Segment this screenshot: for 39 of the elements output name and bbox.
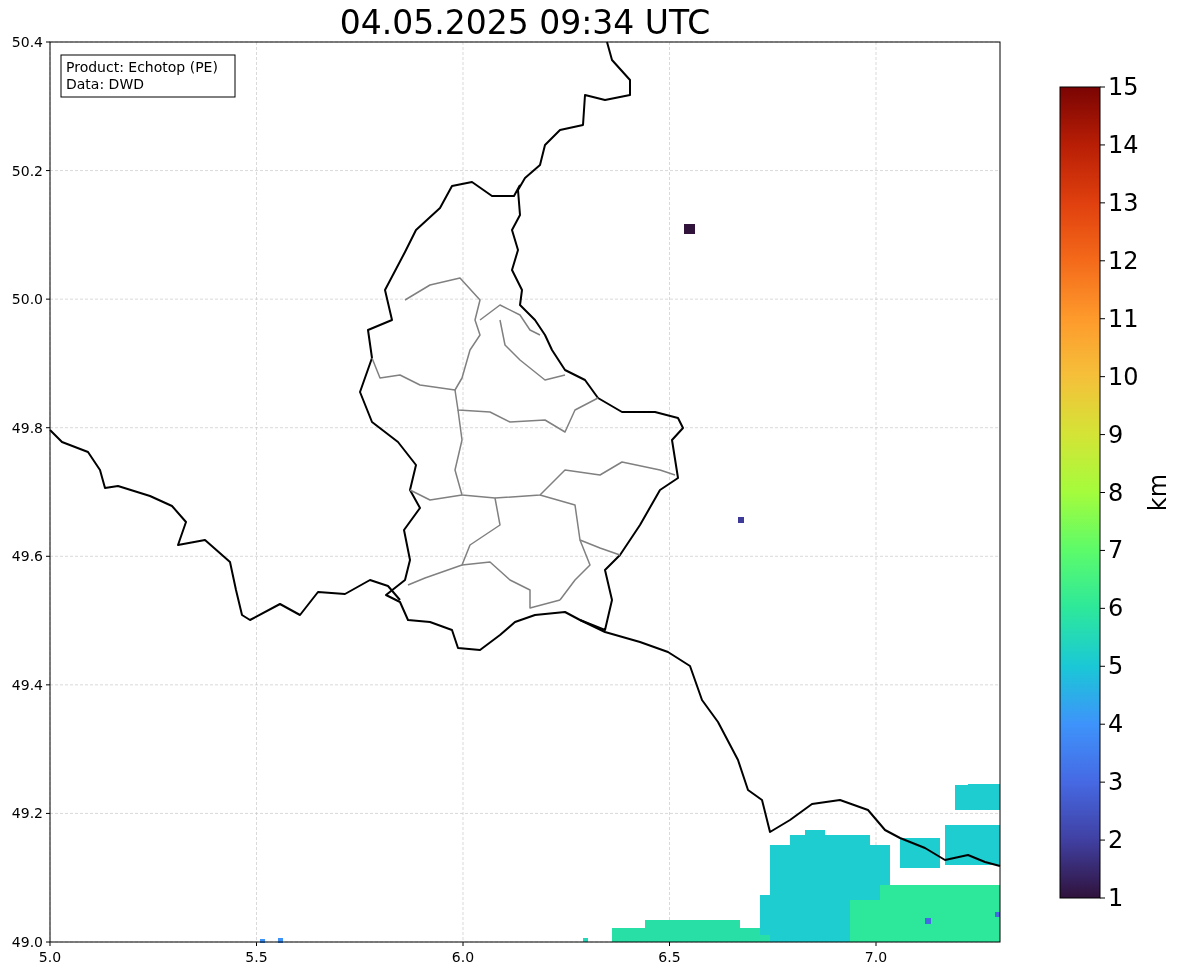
axis-tick-label: 6.5 bbox=[658, 949, 681, 965]
info-text: Product: Echotop (PE) bbox=[66, 59, 218, 75]
axis-tick-label: 7.0 bbox=[864, 949, 888, 965]
colorbar-tick-label: 9 bbox=[1108, 420, 1124, 449]
colorbar-tick-label: 11 bbox=[1108, 304, 1139, 333]
colorbar-tick-label: 1 bbox=[1108, 884, 1124, 912]
colorbar-tick-label: 14 bbox=[1108, 130, 1139, 159]
axis-tick-label: 49.4 bbox=[11, 676, 43, 693]
axis-tick-label: 49.2 bbox=[11, 805, 43, 822]
axis-tick-label: 50.0 bbox=[11, 291, 43, 308]
axis-tick-label: 49.0 bbox=[11, 934, 43, 950]
axis-tick-label: 50.2 bbox=[11, 162, 43, 179]
axis-tick-label: 49.8 bbox=[11, 419, 43, 436]
radar-echo bbox=[684, 224, 695, 234]
colorbar-tick-label: 7 bbox=[1108, 536, 1124, 565]
axis-tick-label: 50.4 bbox=[11, 34, 43, 50]
radar-echo bbox=[278, 938, 283, 943]
colorbar-label: km bbox=[1144, 473, 1172, 512]
colorbar-tick-label: 15 bbox=[1108, 73, 1139, 101]
radar-echo bbox=[583, 938, 588, 942]
colorbar-tick-label: 5 bbox=[1108, 652, 1124, 681]
radar-echo bbox=[260, 939, 265, 943]
colorbar-tick-label: 6 bbox=[1108, 594, 1124, 623]
colorbar-tick-label: 3 bbox=[1108, 768, 1124, 797]
colorbar-tick-label: 4 bbox=[1108, 710, 1124, 739]
colorbar-tick-label: 13 bbox=[1108, 188, 1139, 217]
colorbar-tick-label: 12 bbox=[1108, 246, 1139, 275]
radar-echo bbox=[900, 838, 940, 868]
radar-echo bbox=[945, 825, 1000, 865]
axis-tick-label: 6.0 bbox=[451, 949, 475, 965]
plot-title: 04.05.2025 09:34 UTC bbox=[339, 3, 711, 42]
radar-echo bbox=[738, 517, 744, 523]
colorbar-tick-label: 8 bbox=[1108, 478, 1124, 507]
axis-tick-label: 5.0 bbox=[38, 949, 62, 965]
axis-tick-label: 5.5 bbox=[245, 949, 268, 965]
info-text: Data: DWD bbox=[66, 76, 144, 92]
axis-tick-label: 49.6 bbox=[11, 548, 43, 565]
colorbar-tick-label: 10 bbox=[1108, 362, 1139, 391]
colorbar-tick-label: 2 bbox=[1108, 826, 1124, 855]
